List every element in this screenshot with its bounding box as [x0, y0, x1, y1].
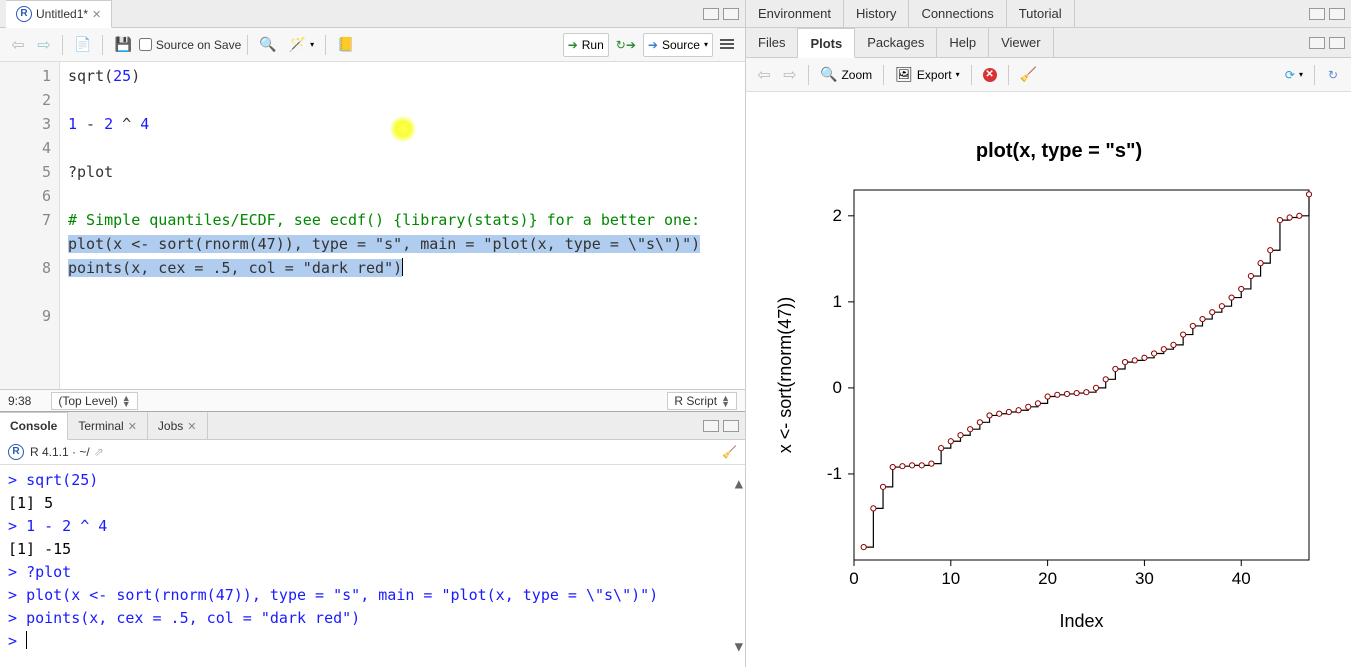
source-on-save-checkbox[interactable]: Source on Save	[139, 38, 241, 52]
tab-console[interactable]: Console	[0, 412, 68, 440]
close-icon[interactable]: ✕	[92, 8, 101, 21]
scroll-down-icon[interactable]: ▼	[735, 636, 743, 659]
notebook-button[interactable]: 📒	[332, 33, 359, 57]
env-tab-bar: Environment History Connections Tutorial	[746, 0, 1351, 28]
tab-help[interactable]: Help	[937, 28, 989, 57]
svg-text:0: 0	[849, 569, 858, 588]
maximize-pane-icon[interactable]	[723, 420, 739, 432]
wand-button[interactable]: 🪄▾	[284, 33, 319, 57]
highlight-marker	[390, 116, 416, 142]
source-button[interactable]: ➔Source▾	[643, 33, 713, 57]
close-icon[interactable]: ✕	[187, 420, 196, 433]
remove-plot-button[interactable]: ✕	[978, 63, 1002, 87]
clear-plots-button[interactable]: 🧹	[1015, 63, 1042, 87]
share-icon[interactable]: ⇗	[94, 445, 104, 459]
svg-text:1: 1	[832, 291, 841, 310]
svg-text:20: 20	[1038, 569, 1057, 588]
tab-files[interactable]: Files	[746, 28, 798, 57]
plots-tab-bar: Files Plots Packages Help Viewer	[746, 28, 1351, 58]
scroll-up-icon[interactable]: ▲	[735, 473, 743, 496]
tab-connections[interactable]: Connections	[909, 0, 1006, 27]
r-version-label: R 4.1.1 · ~/	[30, 445, 90, 459]
code-editor[interactable]: 1 2 3 4 5 6 7 8 9 sqrt(25) 1 - 2 ^ 4 ?pl…	[0, 62, 745, 389]
editor-toolbar: ⇦ ⇨ 📄 💾 Source on Save 🔍 🪄▾ 📒 ➔Run ↻➔ ➔S…	[0, 28, 745, 62]
save-button[interactable]: 💾	[109, 33, 136, 57]
export-button[interactable]: 🖼Export▾	[890, 63, 964, 87]
scrollbar[interactable]: ▲ ▼	[735, 473, 743, 659]
publish-button[interactable]: ⟳▾	[1280, 63, 1308, 87]
source-on-save-label: Source on Save	[156, 38, 241, 52]
tab-plots[interactable]: Plots	[798, 28, 855, 58]
tab-packages[interactable]: Packages	[855, 28, 937, 57]
editor-tab-bar: R Untitled1* ✕	[0, 0, 745, 28]
editor-gutter: 1 2 3 4 5 6 7 8 9	[0, 62, 60, 389]
console-output[interactable]: > sqrt(25) [1] 5 > 1 - 2 ^ 4 [1] -15 > ?…	[0, 465, 745, 667]
r-logo-icon: R	[16, 6, 32, 22]
scope-selector[interactable]: (Top Level) ▲▼	[51, 392, 137, 410]
show-in-new-window-button[interactable]: 📄	[69, 33, 96, 57]
plot-prev-button[interactable]: ⇦	[752, 63, 776, 87]
console-tab-bar: Console Terminal✕ Jobs✕	[0, 412, 745, 440]
find-button[interactable]: 🔍	[254, 33, 281, 57]
cursor-position: 9:38	[8, 394, 31, 408]
tab-viewer[interactable]: Viewer	[989, 28, 1054, 57]
chart: plot(x, type = "s") 0 10 20 30 40 -1 0 1 2 Index x …	[769, 135, 1329, 635]
right-panel: Environment History Connections Tutorial…	[746, 0, 1351, 667]
svg-text:0: 0	[832, 377, 841, 396]
outline-button[interactable]	[715, 33, 739, 57]
svg-text:40: 40	[1231, 569, 1250, 588]
minimize-pane-icon[interactable]	[703, 8, 719, 20]
minimize-pane-icon[interactable]	[1309, 8, 1325, 20]
broom-icon[interactable]: 🧹	[722, 445, 737, 459]
svg-text:plot(x, type = "s"): plot(x, type = "s")	[975, 140, 1141, 162]
tab-terminal[interactable]: Terminal✕	[68, 412, 148, 440]
r-logo-icon: R	[8, 444, 24, 460]
minimize-pane-icon[interactable]	[703, 420, 719, 432]
editor-tab-untitled[interactable]: R Untitled1* ✕	[6, 0, 112, 28]
maximize-pane-icon[interactable]	[723, 8, 739, 20]
plots-toolbar: ⇦ ⇨ 🔍Zoom 🖼Export▾ ✕ 🧹 ⟳▾ ↻	[746, 58, 1351, 92]
tab-tutorial[interactable]: Tutorial	[1007, 0, 1075, 27]
editor-tab-label: Untitled1*	[36, 7, 88, 21]
plot-area: plot(x, type = "s") 0 10 20 30 40 -1 0 1 2 Index x …	[746, 92, 1351, 667]
svg-text:10: 10	[941, 569, 960, 588]
back-button[interactable]: ⇦	[6, 33, 30, 57]
svg-text:Index: Index	[1059, 611, 1103, 631]
tab-history[interactable]: History	[844, 0, 909, 27]
minimize-pane-icon[interactable]	[1309, 37, 1325, 49]
console-pane: Console Terminal✕ Jobs✕ R R 4.1.1 · ~/ ⇗…	[0, 411, 745, 667]
plot-next-button[interactable]: ⇨	[778, 63, 802, 87]
maximize-pane-icon[interactable]	[1329, 37, 1345, 49]
svg-text:-1: -1	[826, 463, 841, 482]
tab-jobs[interactable]: Jobs✕	[148, 412, 208, 440]
svg-text:2: 2	[832, 205, 841, 224]
maximize-pane-icon[interactable]	[1329, 8, 1345, 20]
svg-text:30: 30	[1134, 569, 1153, 588]
tab-environment[interactable]: Environment	[746, 0, 844, 27]
forward-button[interactable]: ⇨	[32, 33, 56, 57]
zoom-button[interactable]: 🔍Zoom	[815, 63, 877, 87]
svg-text:x <- sort(rnorm(47)): x <- sort(rnorm(47))	[775, 296, 795, 453]
left-panel: R Untitled1* ✕ ⇦ ⇨ 📄 💾 Source on Save 🔍 …	[0, 0, 746, 667]
run-button[interactable]: ➔Run	[563, 33, 609, 57]
code-area[interactable]: sqrt(25) 1 - 2 ^ 4 ?plot # Simple quanti…	[60, 62, 745, 389]
language-selector[interactable]: R Script ▲▼	[667, 392, 737, 410]
editor-status-bar: 9:38 (Top Level) ▲▼ R Script ▲▼	[0, 389, 745, 411]
rerun-button[interactable]: ↻➔	[611, 33, 641, 57]
console-info-bar: R R 4.1.1 · ~/ ⇗ 🧹	[0, 440, 745, 465]
refresh-button[interactable]: ↻	[1321, 63, 1345, 87]
close-icon[interactable]: ✕	[128, 420, 137, 433]
